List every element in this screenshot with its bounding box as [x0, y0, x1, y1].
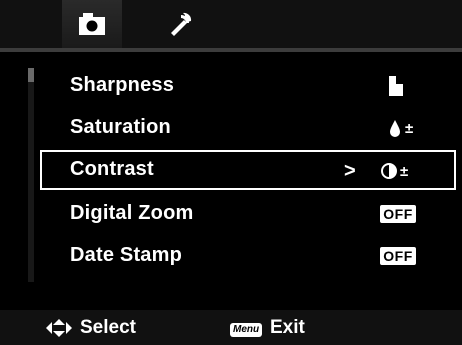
scrollbar-thumb[interactable] — [28, 68, 34, 82]
tab-divider — [0, 48, 462, 52]
svg-text:±: ± — [405, 120, 413, 137]
menu-item-label: Digital Zoom — [70, 202, 194, 224]
exit-hint: Exit — [270, 317, 305, 338]
sharpness-icon — [386, 66, 410, 106]
select-hint: Select — [80, 317, 136, 338]
menu-key-icon: Menu — [230, 323, 263, 337]
footer-hint-bar: Select Menu Exit — [0, 310, 462, 345]
value-text: OFF — [380, 205, 416, 223]
menu-item-label: Contrast — [70, 158, 154, 180]
off-badge: OFF — [376, 236, 420, 276]
menu-item-label: Saturation — [70, 116, 171, 138]
menu-item-saturation[interactable]: Saturation ± — [40, 108, 456, 148]
tab-setup[interactable] — [150, 0, 210, 48]
tab-bar — [0, 0, 462, 48]
off-badge: OFF — [376, 194, 420, 234]
menu-item-digital-zoom[interactable]: Digital Zoom OFF — [40, 194, 456, 234]
contrast-icon: ± — [378, 152, 418, 188]
svg-text:±: ± — [400, 163, 408, 180]
chevron-right-icon: > — [344, 160, 356, 182]
menu-item-label: Sharpness — [70, 74, 175, 96]
wrench-icon — [171, 12, 192, 36]
scrollbar[interactable] — [28, 68, 34, 282]
camera-icon — [79, 13, 105, 35]
value-text: OFF — [380, 247, 416, 265]
tab-camera[interactable] — [62, 0, 122, 48]
menu-item-date-stamp[interactable]: Date Stamp OFF — [40, 236, 456, 276]
menu-item-label: Date Stamp — [70, 244, 183, 266]
saturation-icon: ± — [386, 108, 422, 148]
menu-item-contrast[interactable]: Contrast > ± — [40, 150, 456, 190]
four-way-pad-icon — [46, 319, 72, 337]
menu-item-sharpness[interactable]: Sharpness — [40, 66, 456, 106]
